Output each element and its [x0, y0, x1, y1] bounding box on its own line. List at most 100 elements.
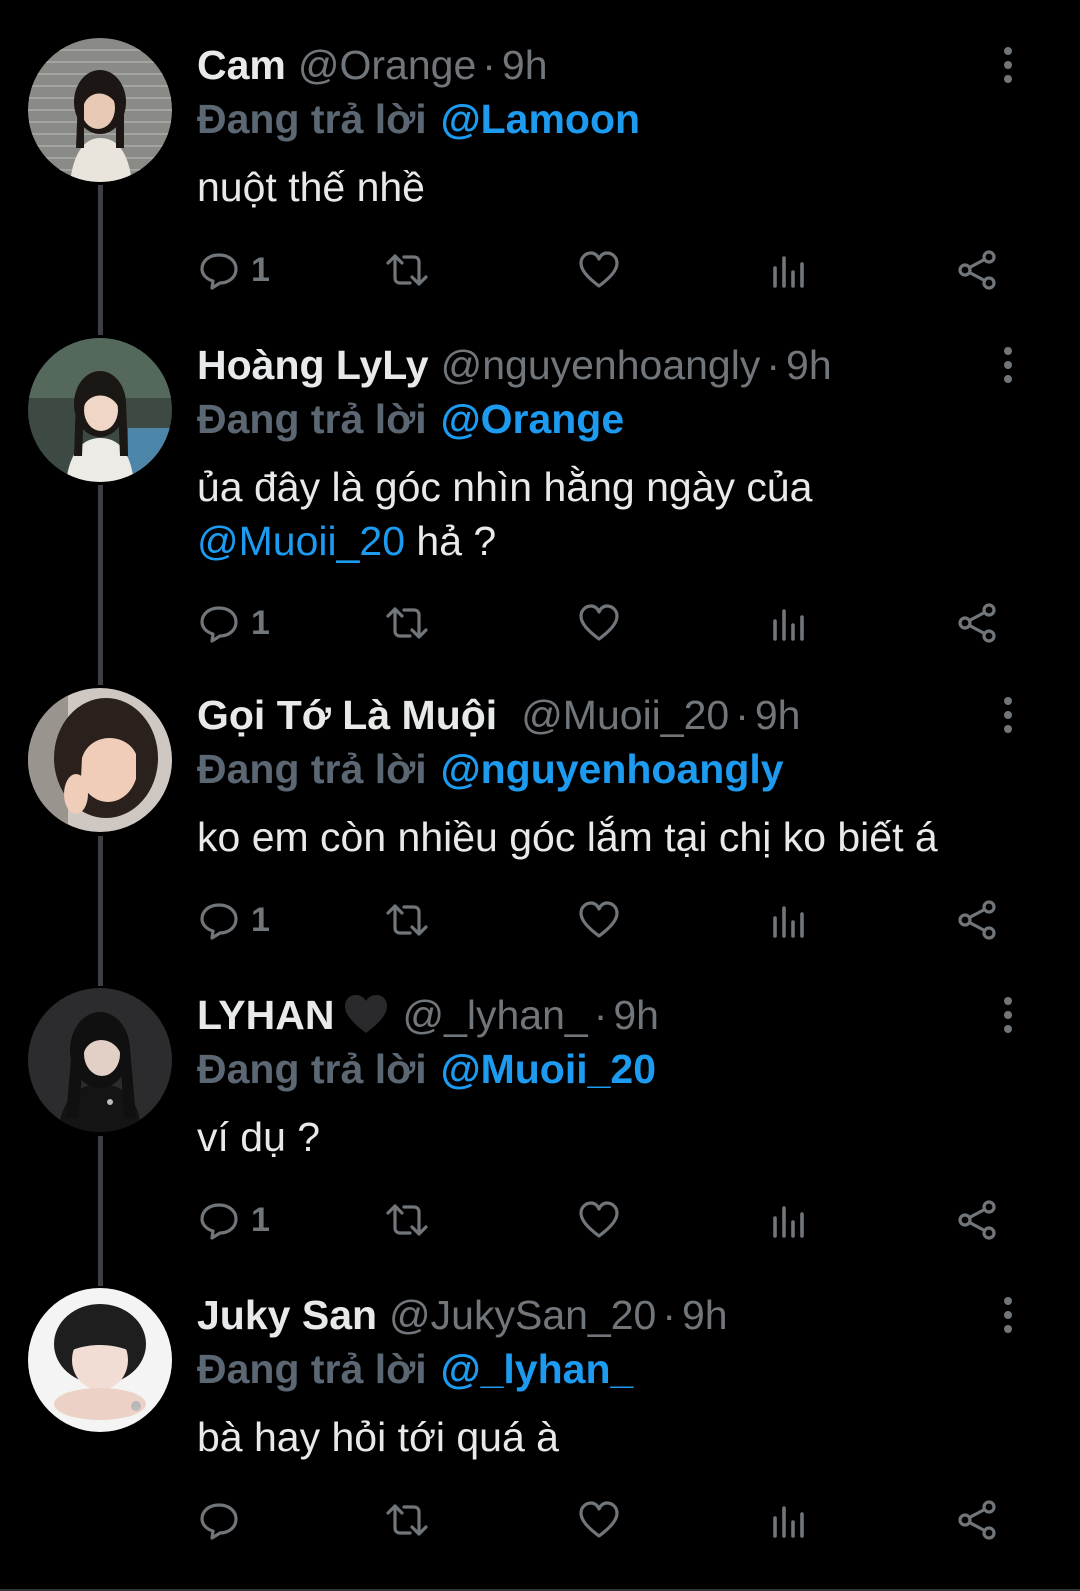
views-button[interactable]	[767, 895, 811, 945]
replying-to: Đang trả lời @Muoii_20	[197, 1042, 656, 1096]
replying-to-label: Đang trả lời	[197, 1346, 427, 1392]
heart-icon	[579, 604, 619, 641]
tweet[interactable]: Cam @Orange · 9h Đang trả lời @Lamoon nuột t…	[0, 0, 1080, 300]
tweet-text: bà hay hỏi tới quá à	[197, 1410, 1027, 1464]
user-handle[interactable]: @_lyhan_	[402, 992, 587, 1038]
separator-dot: ·	[766, 342, 781, 388]
like-button[interactable]	[577, 1195, 621, 1245]
avatar[interactable]	[28, 1288, 172, 1432]
timestamp[interactable]: 9h	[502, 42, 548, 88]
replying-to-label: Đang trả lời	[197, 396, 427, 442]
avatar[interactable]	[28, 38, 172, 182]
display-name[interactable]: LYHAN	[197, 992, 334, 1038]
replying-to-mention[interactable]: @nguyenhoangly	[441, 746, 784, 792]
action-bar	[197, 1495, 1027, 1545]
tweet-text-part: hả ?	[405, 518, 497, 564]
more-options-icon[interactable]	[996, 995, 1020, 1035]
avatar[interactable]	[28, 338, 172, 482]
tweet[interactable]: LYHAN @_lyhan_ · 9h Đang trả lời @Muoii_20 v…	[0, 950, 1080, 1250]
retweet-button[interactable]	[385, 895, 429, 945]
more-options-icon[interactable]	[996, 45, 1020, 85]
like-button[interactable]	[577, 895, 621, 945]
action-bar: 1	[197, 1195, 1027, 1245]
speech-bubble-icon	[200, 606, 238, 643]
tweet[interactable]: Gọi Tớ Là Muội @Muoii_20 · 9h Đang trả lời @…	[0, 650, 1080, 950]
views-button[interactable]	[767, 1195, 811, 1245]
share-button[interactable]	[955, 598, 999, 648]
replying-to-mention[interactable]: @Muoii_20	[441, 1046, 656, 1092]
replying-to-mention[interactable]: @Lamoon	[441, 96, 640, 142]
tweet[interactable]: Juky San @JukySan_20 · 9h Đang trả lời @_lyh…	[0, 1250, 1080, 1591]
bar-chart-icon	[773, 256, 804, 288]
tweet-text: nuột thế nhề	[197, 160, 1027, 214]
heart-icon	[579, 1501, 619, 1538]
display-name[interactable]: Gọi Tớ Là Muội	[197, 692, 497, 738]
share-icon	[958, 250, 996, 290]
views-button[interactable]	[767, 1495, 811, 1545]
reply-count: 1	[251, 250, 270, 289]
retweet-icon	[386, 1204, 428, 1236]
reply-button[interactable]: 1	[197, 598, 270, 648]
display-name[interactable]: Cam	[197, 42, 286, 88]
replying-to: Đang trả lời @Orange	[197, 392, 624, 446]
mention-link[interactable]: @Muoii_20	[197, 518, 405, 564]
reply-button[interactable]: 1	[197, 245, 270, 295]
tweet-text: ko em còn nhiều góc lắm tại chị ko biết …	[197, 810, 1057, 864]
replying-to: Đang trả lời @Lamoon	[197, 92, 640, 146]
retweet-button[interactable]	[385, 245, 429, 295]
user-handle[interactable]: @nguyenhoangly	[441, 342, 761, 388]
like-button[interactable]	[577, 1495, 621, 1545]
tweet-header: Gọi Tớ Là Muội @Muoii_20 · 9h	[197, 688, 800, 742]
action-bar: 1	[197, 245, 1027, 295]
more-options-icon[interactable]	[996, 695, 1020, 735]
retweet-button[interactable]	[385, 1495, 429, 1545]
like-button[interactable]	[577, 598, 621, 648]
tweet-text: ủa đây là góc nhìn hằng ngày của @Muoii_…	[197, 460, 1027, 568]
retweet-button[interactable]	[385, 598, 429, 648]
replying-to-mention[interactable]: @_lyhan_	[441, 1346, 634, 1392]
replying-to-label: Đang trả lời	[197, 746, 427, 792]
speech-bubble-icon	[200, 253, 238, 290]
avatar[interactable]	[28, 988, 172, 1132]
timestamp[interactable]: 9h	[613, 992, 659, 1038]
share-icon	[958, 603, 996, 643]
tweet[interactable]: Hoàng LyLy @nguyenhoangly · 9h Đang trả lời…	[0, 300, 1080, 650]
tweet-text-part: bà hay hỏi tới quá à	[197, 1414, 559, 1460]
share-button[interactable]	[955, 245, 999, 295]
user-handle[interactable]: @Orange	[298, 42, 476, 88]
separator-dot: ·	[662, 1292, 676, 1338]
action-bar: 1	[197, 598, 1027, 648]
reply-count: 1	[251, 900, 270, 939]
tweet-header: Cam @Orange · 9h	[197, 38, 548, 92]
tweet-header: Juky San @JukySan_20 · 9h	[197, 1288, 728, 1342]
like-button[interactable]	[577, 245, 621, 295]
reply-count: 1	[251, 603, 270, 642]
display-name[interactable]: Juky San	[197, 1292, 377, 1338]
more-options-icon[interactable]	[996, 345, 1020, 385]
user-handle[interactable]: @Muoii_20	[521, 692, 729, 738]
reply-button[interactable]: 1	[197, 1195, 270, 1245]
avatar[interactable]	[28, 688, 172, 832]
bar-chart-icon	[773, 906, 804, 938]
more-options-icon[interactable]	[996, 1295, 1020, 1335]
replying-to-mention[interactable]: @Orange	[441, 396, 625, 442]
tweet-text-part: nuột thế nhề	[197, 164, 425, 210]
views-button[interactable]	[767, 598, 811, 648]
retweet-button[interactable]	[385, 1195, 429, 1245]
timestamp[interactable]: 9h	[786, 342, 832, 388]
reply-button[interactable]	[197, 1495, 251, 1545]
retweet-icon	[386, 254, 428, 286]
timestamp[interactable]: 9h	[755, 692, 801, 738]
separator-dot: ·	[482, 42, 496, 88]
user-handle[interactable]: @JukySan_20	[389, 1292, 656, 1338]
tweet-header: Hoàng LyLy @nguyenhoangly · 9h	[197, 338, 832, 392]
share-icon	[958, 1500, 996, 1540]
views-button[interactable]	[767, 245, 811, 295]
share-button[interactable]	[955, 1195, 999, 1245]
reply-button[interactable]: 1	[197, 895, 270, 945]
timestamp[interactable]: 9h	[682, 1292, 728, 1338]
share-button[interactable]	[955, 1495, 999, 1545]
share-button[interactable]	[955, 895, 999, 945]
display-name[interactable]: Hoàng LyLy	[197, 342, 429, 388]
retweet-icon	[386, 1504, 428, 1536]
